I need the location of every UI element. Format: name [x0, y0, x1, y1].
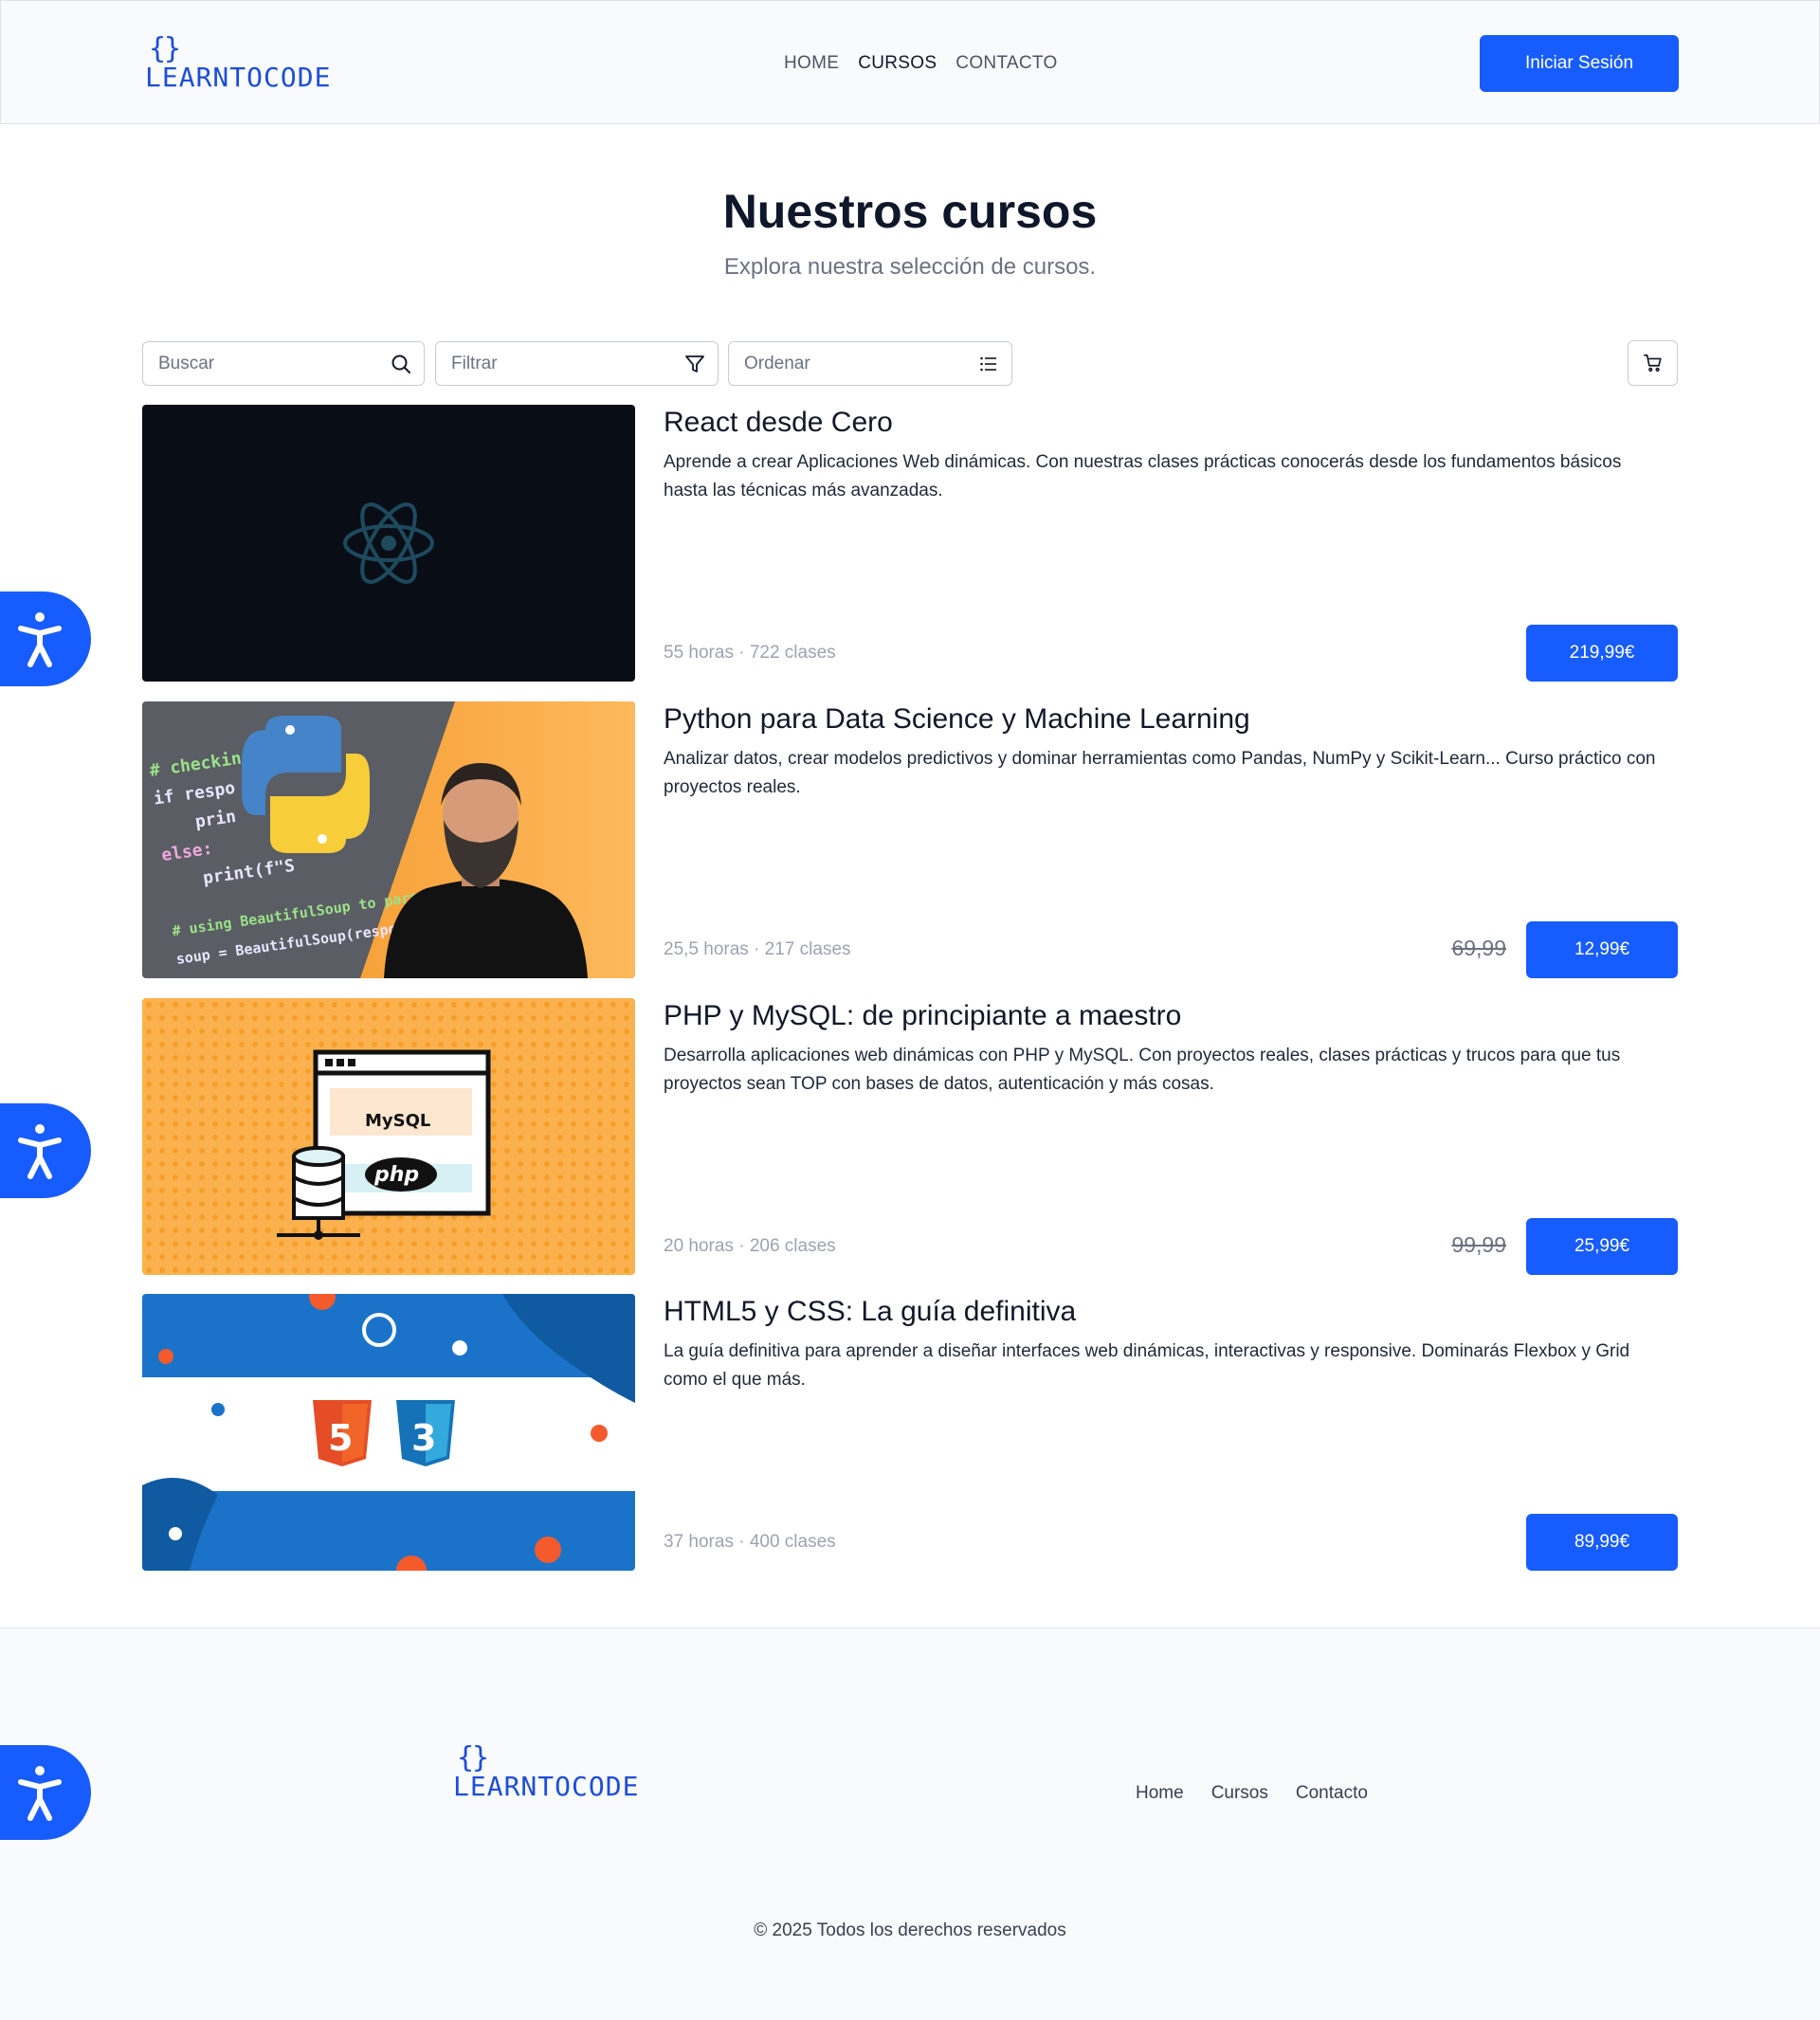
cart-icon — [1643, 354, 1662, 372]
page-subtitle: Explora nuestra selección de cursos. — [723, 254, 1097, 280]
filter-input[interactable] — [451, 354, 669, 374]
accessibility-icon — [18, 612, 62, 667]
site-logo[interactable]: {} LEARNTOCODE — [145, 35, 331, 92]
mysql-logo-text: MySQL — [365, 1111, 430, 1131]
html5-logo-icon: 5 — [313, 1400, 372, 1466]
sort-input[interactable] — [744, 354, 962, 374]
nav-contacto[interactable]: CONTACTO — [956, 53, 1057, 74]
accessibility-button[interactable] — [0, 1745, 91, 1840]
cart-button[interactable] — [1628, 340, 1678, 386]
nav-home[interactable]: HOME — [784, 53, 839, 74]
course-card[interactable]: 5 3 HTML5 y CSS: La guía definitiva La g… — [142, 1294, 1678, 1571]
course-thumbnail-html-css[interactable]: 5 3 — [142, 1294, 635, 1571]
copyright: © 2025 Todos los derechos reservados — [754, 1920, 1066, 1940]
accessibility-button[interactable] — [0, 1103, 91, 1198]
footer-nav-cursos[interactable]: Cursos — [1211, 1783, 1268, 1804]
search-field[interactable] — [142, 341, 425, 386]
css3-number: 3 — [411, 1417, 436, 1459]
course-title[interactable]: PHP y MySQL: de principiante a maestro — [664, 1000, 1181, 1032]
price-button[interactable]: 219,99€ — [1526, 625, 1678, 682]
site-header: {} LEARNTOCODE HOME CURSOS CONTACTO Inic… — [0, 0, 1820, 124]
site-footer: {} LEARNTOCODE Home Cursos Contacto © 20… — [0, 1628, 1820, 2020]
footer-nav: Home Cursos Contacto — [1136, 1783, 1368, 1804]
react-logo-icon — [142, 405, 635, 682]
accessibility-button[interactable] — [0, 591, 91, 686]
course-thumbnail-php[interactable]: MySQL php — [142, 998, 635, 1275]
course-meta: 20 horas · 206 clases — [664, 1236, 836, 1256]
filter-icon[interactable] — [683, 353, 706, 375]
course-card[interactable]: MySQL php PHP y MySQL: de principiante a… — [142, 998, 1678, 1275]
filter-field[interactable] — [435, 341, 719, 386]
course-description: La guía definitiva para aprender a diseñ… — [664, 1341, 1630, 1390]
python-thumbnail: # checking r if respo prin else: print(f… — [142, 701, 635, 978]
html5-number: 5 — [328, 1417, 353, 1459]
course-card[interactable]: # checking r if respo prin else: print(f… — [142, 701, 1678, 978]
course-meta: 37 horas · 400 clases — [664, 1532, 836, 1552]
html-css-thumbnail: 5 3 — [142, 1294, 635, 1571]
logo-braces: {} — [457, 1741, 489, 1774]
footer-nav-contacto[interactable]: Contacto — [1296, 1783, 1368, 1804]
accessibility-icon — [18, 1766, 62, 1821]
course-thumbnail-python[interactable]: # checking r if respo prin else: print(f… — [142, 701, 635, 978]
course-title[interactable]: Python para Data Science y Machine Learn… — [664, 703, 1250, 736]
course-thumbnail-react[interactable] — [142, 405, 635, 682]
main-nav: HOME CURSOS CONTACTO — [784, 53, 1058, 74]
logo-braces: {} — [149, 32, 181, 65]
php-logo-text: php — [373, 1163, 419, 1187]
course-description: Analizar datos, crear modelos predictivo… — [664, 749, 1656, 797]
course-title[interactable]: HTML5 y CSS: La guía definitiva — [664, 1296, 1076, 1328]
login-button[interactable]: Iniciar Sesión — [1480, 35, 1679, 92]
course-card[interactable]: React desde Cero Aprende a crear Aplicac… — [142, 405, 1678, 682]
css3-logo-icon: 3 — [396, 1400, 455, 1466]
php-mysql-thumbnail: MySQL php — [142, 998, 635, 1275]
course-description: Aprende a crear Aplicaciones Web dinámic… — [664, 452, 1622, 500]
logo-text: LEARNTOCODE — [453, 1771, 640, 1802]
search-input[interactable] — [158, 354, 376, 374]
page-title: Nuestros cursos — [722, 185, 1098, 238]
price-button[interactable]: 12,99€ — [1526, 921, 1678, 978]
footer-logo[interactable]: {} LEARNTOCODE — [453, 1744, 639, 1801]
sort-field[interactable] — [728, 341, 1012, 386]
search-icon[interactable] — [390, 353, 412, 375]
nav-cursos[interactable]: CURSOS — [858, 53, 937, 74]
list-icon[interactable] — [977, 353, 1000, 375]
course-meta: 55 horas · 722 clases — [664, 643, 836, 663]
footer-nav-home[interactable]: Home — [1136, 1783, 1184, 1804]
old-price: 69,99 — [1451, 936, 1506, 960]
old-price: 99,99 — [1451, 1232, 1506, 1257]
course-title[interactable]: React desde Cero — [664, 407, 893, 439]
price-button[interactable]: 25,99€ — [1526, 1218, 1678, 1275]
accessibility-icon — [18, 1124, 62, 1179]
course-description: Desarrolla aplicaciones web dinámicas co… — [664, 1046, 1621, 1094]
logo-text: LEARNTOCODE — [145, 62, 332, 93]
course-meta: 25,5 horas · 217 clases — [664, 939, 851, 959]
price-button[interactable]: 89,99€ — [1526, 1514, 1678, 1571]
